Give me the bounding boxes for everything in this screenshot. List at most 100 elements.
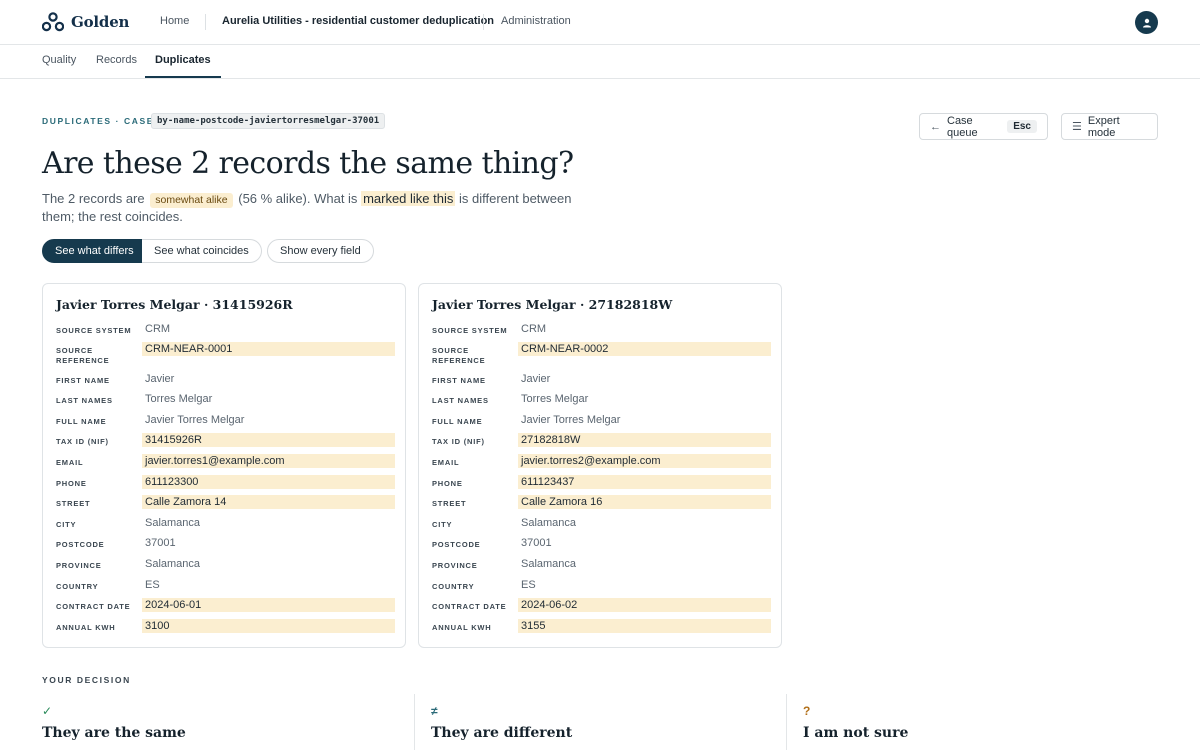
nav-project-title[interactable]: Aurelia Utilities - residential customer… <box>222 15 494 27</box>
field-value: Salamanca <box>145 517 201 529</box>
field-value: 31415926R <box>142 433 395 447</box>
field-label: SOURCE REFERENCE <box>56 346 110 365</box>
field-label: FIRST NAME <box>56 376 110 385</box>
field-value: Javier Torres Melgar <box>145 414 245 426</box>
user-avatar[interactable] <box>1135 11 1158 34</box>
field-label: PROVINCE <box>56 561 102 570</box>
field-value: ES <box>145 579 160 591</box>
field-value: Calle Zamora 14 <box>142 495 395 509</box>
field-label: PROVINCE <box>432 561 478 570</box>
field-label: CONTRACT DATE <box>432 602 507 611</box>
field-value: 27182818W <box>518 433 771 447</box>
field-label: FIRST NAME <box>432 376 486 385</box>
top-bar: Golden Home Aurelia Utilities - resident… <box>0 0 1200 45</box>
field-label: SOURCE SYSTEM <box>56 326 132 335</box>
tab-records[interactable]: Records <box>96 45 137 78</box>
field-label: EMAIL <box>432 458 460 467</box>
brand-logo[interactable]: Golden <box>42 12 129 32</box>
field-value: 611123300 <box>142 475 395 489</box>
intro-text: The 2 records are somewhat alike (56 % a… <box>42 190 582 226</box>
field-value: Salamanca <box>521 517 577 529</box>
expert-mode-button[interactable]: ☰ Expert mode <box>1061 113 1158 140</box>
field-label: CITY <box>432 520 453 529</box>
decision-not-sure-button[interactable]: I am not sure <box>803 725 908 741</box>
filter-see-what-coincides[interactable]: See what coincides <box>142 239 262 263</box>
field-label: POSTCODE <box>56 540 105 549</box>
record-title: Javier Torres Melgar · 31415926R <box>56 297 293 312</box>
field-value: Salamanca <box>145 558 201 570</box>
brand-name: Golden <box>71 13 130 31</box>
question-icon: ? <box>803 704 811 718</box>
decision-same-button[interactable]: They are the same <box>42 725 186 741</box>
field-label: ANNUAL KWH <box>56 623 116 632</box>
field-value: 3155 <box>518 619 771 633</box>
field-label: SOURCE SYSTEM <box>432 326 508 335</box>
field-value: 37001 <box>521 537 552 549</box>
field-value: CRM-NEAR-0001 <box>142 342 395 356</box>
field-value: ES <box>521 579 536 591</box>
field-label: TAX ID (NIF) <box>56 437 109 446</box>
field-label: COUNTRY <box>432 582 475 591</box>
field-value: 37001 <box>145 537 176 549</box>
field-value: Javier <box>521 373 551 385</box>
field-label: EMAIL <box>56 458 84 467</box>
decision-different-button[interactable]: They are different <box>431 725 572 741</box>
record-card: Javier Torres Melgar · 27182818W SOURCE … <box>418 283 782 648</box>
field-value: Javier <box>145 373 175 385</box>
arrow-left-icon: ← <box>930 120 941 133</box>
field-value: 611123437 <box>518 475 771 489</box>
intro-part: The 2 records are <box>42 191 145 206</box>
nav-divider <box>483 14 484 30</box>
tab-duplicates[interactable]: Duplicates <box>145 45 221 78</box>
field-label: PHONE <box>432 479 463 488</box>
esc-shortcut-badge: Esc <box>1007 120 1037 133</box>
user-icon <box>1142 18 1151 27</box>
field-value: Salamanca <box>521 558 577 570</box>
check-icon: ✓ <box>42 704 53 718</box>
expert-mode-label: Expert mode <box>1087 114 1120 139</box>
decision-divider <box>414 694 415 750</box>
sliders-icon: ☰ <box>1072 121 1082 133</box>
case-code: by-name-postcode-javiertorresmelgar-3700… <box>151 113 386 129</box>
field-label: LAST NAMES <box>432 396 489 405</box>
field-value: javier.torres2@example.com <box>518 454 771 468</box>
record-card: Javier Torres Melgar · 31415926R SOURCE … <box>42 283 406 648</box>
field-value: CRM <box>521 323 547 335</box>
field-value: Javier Torres Melgar <box>521 414 621 426</box>
nav-home-link[interactable]: Home <box>160 15 189 27</box>
field-label: SOURCE REFERENCE <box>432 346 486 365</box>
case-queue-label: Case queue <box>947 114 978 139</box>
page-title: Are these 2 records the same thing? <box>42 146 574 181</box>
field-value: javier.torres1@example.com <box>142 454 395 468</box>
golden-logo-icon <box>42 12 64 32</box>
decision-eyebrow: YOUR DECISION <box>42 675 131 685</box>
field-label: COUNTRY <box>56 582 99 591</box>
field-label: TAX ID (NIF) <box>432 437 485 446</box>
field-label: LAST NAMES <box>56 396 113 405</box>
field-value: Torres Melgar <box>521 393 589 405</box>
nav-divider <box>205 14 206 30</box>
intro-part: (56 % alike). What is <box>238 191 358 206</box>
field-value: 2024-06-02 <box>518 598 771 612</box>
field-value: 2024-06-01 <box>142 598 395 612</box>
field-label: POSTCODE <box>432 540 481 549</box>
field-label: CITY <box>56 520 77 529</box>
case-eyebrow: DUPLICATES · CASE <box>42 116 155 126</box>
marked-sample: marked like this <box>361 191 456 206</box>
filter-see-what-differs[interactable]: See what differs <box>42 239 147 263</box>
nav-administration-link[interactable]: Administration <box>501 15 571 27</box>
tab-quality[interactable]: Quality <box>42 45 76 78</box>
case-queue-button[interactable]: ← Case queue Esc <box>919 113 1048 140</box>
field-value: Torres Melgar <box>145 393 213 405</box>
record-title: Javier Torres Melgar · 27182818W <box>432 297 673 312</box>
filter-show-every-field[interactable]: Show every field <box>267 239 374 263</box>
similarity-badge: somewhat alike <box>150 193 233 208</box>
field-label: PHONE <box>56 479 87 488</box>
field-value: CRM-NEAR-0002 <box>518 342 771 356</box>
field-label: FULL NAME <box>432 417 483 426</box>
field-value: 3100 <box>142 619 395 633</box>
field-label: CONTRACT DATE <box>56 602 131 611</box>
field-label: FULL NAME <box>56 417 107 426</box>
field-label: STREET <box>56 499 91 508</box>
tab-bar: Quality Records Duplicates <box>0 45 1200 79</box>
